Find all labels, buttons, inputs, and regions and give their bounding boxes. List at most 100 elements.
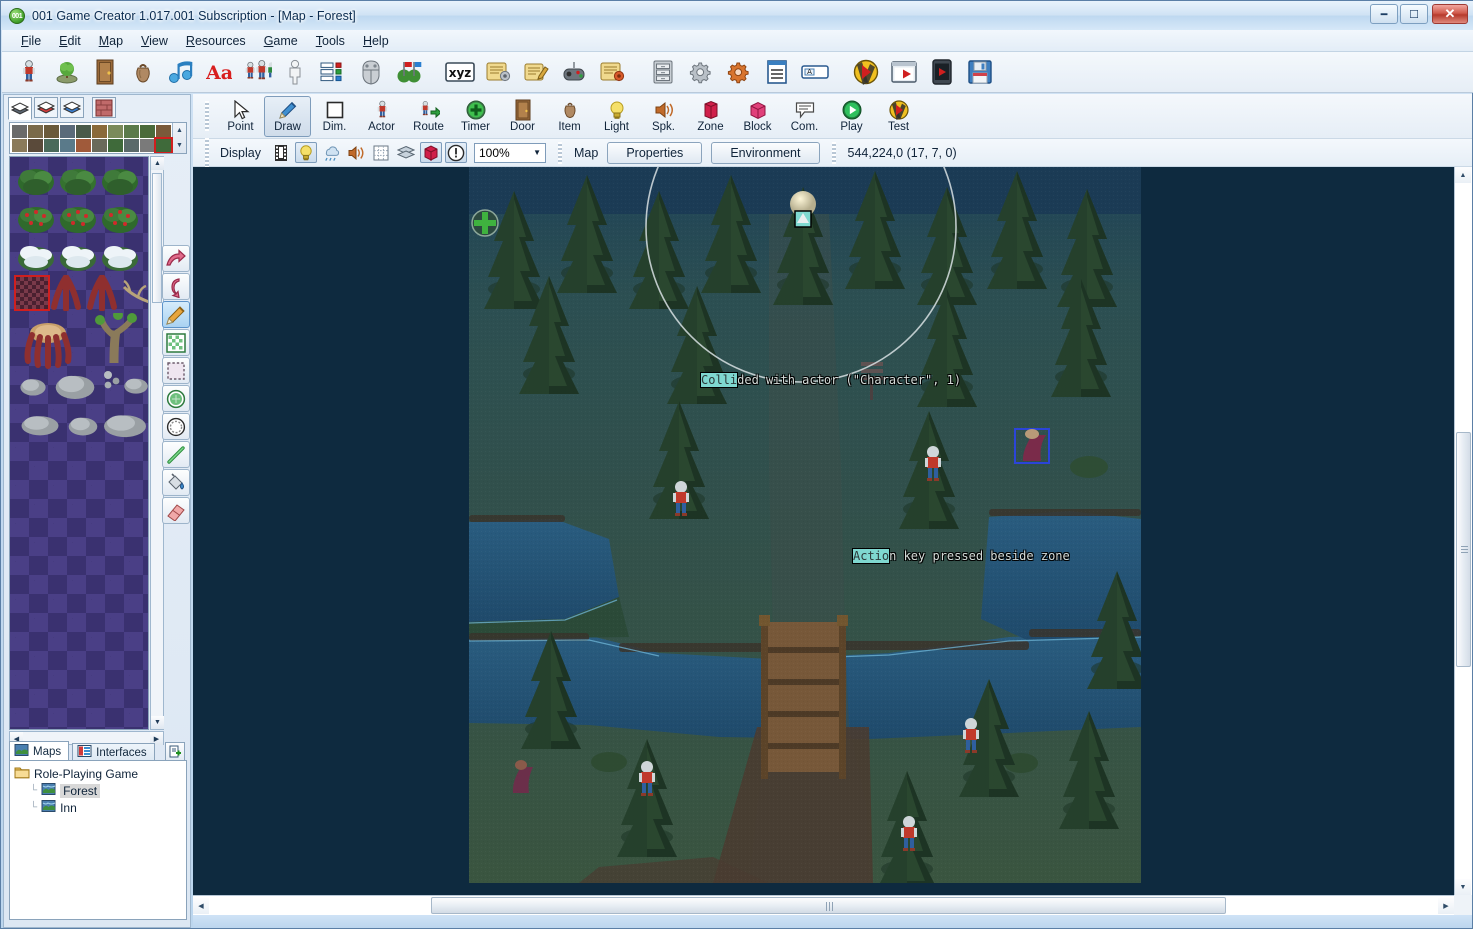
menu-item-view[interactable]: View [132, 32, 177, 50]
palette-tile-branch[interactable] [118, 279, 148, 309]
actors-icon[interactable] [12, 55, 46, 89]
select-rect-tool[interactable] [162, 357, 190, 384]
tree-root-node[interactable]: Role-Playing Game [14, 765, 186, 782]
tile-palette[interactable] [9, 156, 149, 730]
tileset-thumb[interactable] [124, 125, 139, 138]
palette-scroll-down-icon[interactable]: ▼ [151, 716, 164, 729]
teams-icon[interactable] [392, 55, 426, 89]
map-tool-item[interactable]: Item [546, 96, 593, 137]
items-icon[interactable] [126, 55, 160, 89]
layer-tab-blue[interactable] [60, 97, 84, 118]
display-info-icon[interactable] [445, 142, 467, 163]
equipment-icon[interactable] [354, 55, 388, 89]
palette-tile-stump[interactable] [18, 315, 80, 371]
palette-tile-roots-2[interactable] [86, 274, 118, 312]
tileset-thumb[interactable] [92, 139, 107, 152]
tileset-thumb[interactable] [44, 125, 59, 138]
run-window-icon[interactable] [887, 55, 921, 89]
save-icon[interactable] [963, 55, 997, 89]
map-tool-play[interactable]: Play [828, 96, 875, 137]
palette-tile-rock-1[interactable] [18, 373, 48, 397]
map-vertical-thumb[interactable] [1456, 432, 1471, 667]
map-viewport[interactable]: Collided with actor ("Character", 1) Act… [193, 167, 1454, 895]
tileset-thumb[interactable] [108, 139, 123, 152]
display-sound-icon[interactable] [345, 142, 367, 163]
palette-tile-berry-1[interactable] [16, 201, 56, 235]
map-canvas[interactable] [469, 167, 1141, 883]
database-icon[interactable] [646, 55, 680, 89]
close-button[interactable]: ✕ [1432, 4, 1468, 24]
tileset-thumb[interactable] [154, 137, 173, 153]
game-settings-icon[interactable] [722, 55, 756, 89]
map-tool-timer[interactable]: Timer [452, 96, 499, 137]
palette-tile-berry-2[interactable] [58, 201, 98, 235]
input-icon[interactable] [557, 55, 591, 89]
scroll-down-icon[interactable]: ▼ [1455, 879, 1471, 895]
terrain-icon[interactable] [50, 55, 84, 89]
scroll-right-icon[interactable]: ▶ [1438, 898, 1454, 914]
tileset-strip-scroll[interactable]: ▲ ▼ [172, 123, 186, 153]
redo-arrow-tool[interactable] [162, 245, 190, 272]
tileset-thumb[interactable] [44, 139, 59, 152]
scroll-up-icon[interactable]: ▲ [1455, 167, 1471, 183]
tileset-thumb[interactable] [28, 139, 43, 152]
scroll-left-icon[interactable]: ◀ [193, 898, 209, 914]
map-tool-point[interactable]: Point [217, 96, 264, 137]
palette-tile-selected[interactable] [14, 275, 50, 311]
scripts-icon[interactable] [481, 55, 515, 89]
display-grip[interactable] [205, 137, 209, 168]
map-tool-route[interactable]: Route [405, 96, 452, 137]
map-tree[interactable]: Role-Playing Game └ Forest └ Inn [9, 760, 187, 920]
run-device-icon[interactable] [925, 55, 959, 89]
map-tool-com[interactable]: Com. [781, 96, 828, 137]
tileset-thumb[interactable] [12, 139, 27, 152]
properties-button[interactable]: Properties [607, 141, 703, 164]
palette-tile-roots-1[interactable] [50, 274, 82, 312]
script-settings-icon[interactable] [595, 55, 629, 89]
palette-vertical-thumb[interactable] [152, 173, 162, 303]
fill-pattern-tool[interactable] [162, 329, 190, 356]
bucket-fill-tool[interactable] [162, 469, 190, 496]
variables-icon[interactable]: xyz [443, 55, 477, 89]
attributes-icon[interactable] [316, 55, 350, 89]
palette-tile-rock-6[interactable] [100, 407, 148, 439]
maximize-button[interactable]: ☐ [1400, 4, 1428, 24]
strip-scroll-up-icon[interactable]: ▲ [173, 123, 186, 138]
strip-scroll-down-icon[interactable]: ▼ [173, 138, 186, 153]
map-tool-light[interactable]: Light [593, 96, 640, 137]
pencil-tool[interactable] [162, 301, 190, 328]
parties-icon[interactable] [240, 55, 274, 89]
palette-tile-berry-3[interactable] [100, 201, 140, 235]
tileset-thumb[interactable] [76, 139, 91, 152]
audio-icon[interactable] [164, 55, 198, 89]
palette-tile-snow-1[interactable] [16, 239, 56, 273]
layer-tab-ground[interactable] [8, 97, 32, 120]
palette-tile-pebbles[interactable] [100, 369, 124, 391]
tree-tab-interfaces[interactable]: Interfaces [72, 743, 155, 761]
models-icon[interactable] [278, 55, 312, 89]
text-icon[interactable] [760, 55, 794, 89]
tileset-thumb[interactable] [124, 139, 139, 152]
map-tool-door[interactable]: Door [499, 96, 546, 137]
tileset-strip[interactable]: ▲ ▼ [9, 122, 187, 154]
build-icon[interactable] [849, 55, 883, 89]
menu-item-resources[interactable]: Resources [177, 32, 255, 50]
map-tool-test[interactable]: Test [875, 96, 922, 137]
menu-item-help[interactable]: Help [354, 32, 398, 50]
map-tool-dim[interactable]: Dim. [311, 96, 358, 137]
tileset-thumb[interactable] [140, 125, 155, 138]
map-tool-actor[interactable]: Actor [358, 96, 405, 137]
map-tool-block[interactable]: Block [734, 96, 781, 137]
tileset-thumb[interactable] [28, 125, 43, 138]
menu-item-file[interactable]: File [12, 32, 50, 50]
display-film-icon[interactable] [270, 142, 292, 163]
menu-item-edit[interactable]: Edit [50, 32, 90, 50]
tileset-thumb[interactable] [156, 125, 171, 138]
rotate-tool[interactable] [162, 273, 190, 300]
map-tool-spk[interactable]: Spk. [640, 96, 687, 137]
palette-tile-rock-2[interactable] [52, 367, 98, 401]
filled-circle-tool[interactable] [162, 385, 190, 412]
map-vertical-scrollbar[interactable]: ▲ ▼ [1454, 167, 1472, 895]
palette-tile-bush-3[interactable] [100, 163, 140, 197]
map-horizontal-thumb[interactable] [431, 897, 1226, 914]
